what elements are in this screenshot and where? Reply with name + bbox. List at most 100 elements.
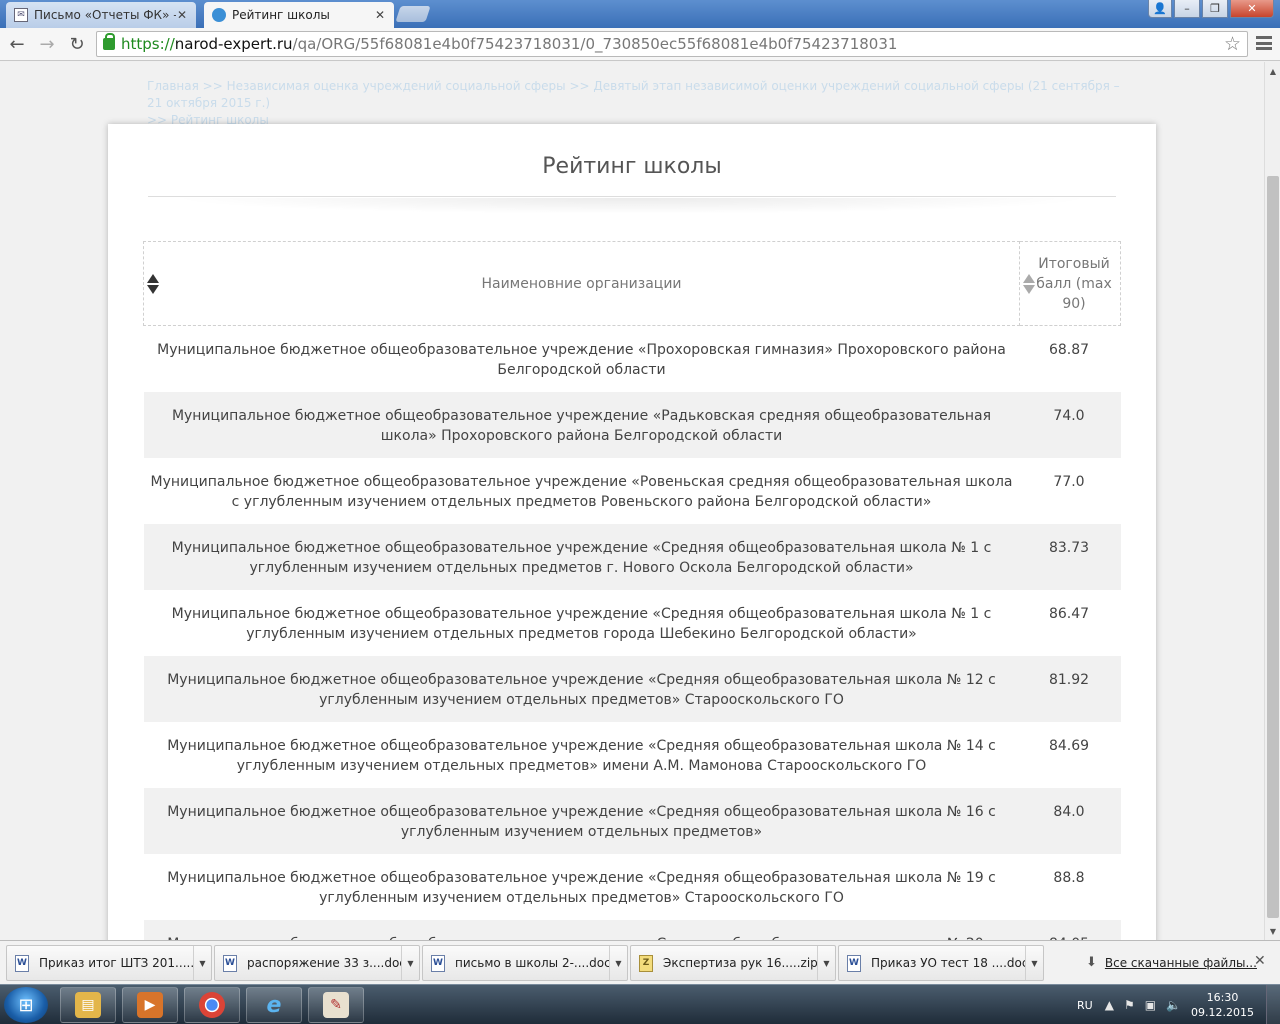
table-row: Муниципальное бюджетное общеобразователь… [144, 590, 1121, 656]
lock-icon [103, 33, 115, 50]
download-item[interactable]: W распоряжение 33 з....doc ▼ [214, 945, 420, 981]
breadcrumb-line[interactable]: Главная >> Независимая оценка учреждений… [147, 78, 1127, 112]
download-item[interactable]: W Приказ УО тест 18 ....doc ▼ [838, 945, 1044, 981]
internet-explorer-icon: e [266, 992, 282, 1018]
score-cell: 84.69 [1048, 737, 1090, 754]
url-host: narod-expert.ru [174, 35, 293, 53]
divider-shadow [168, 198, 1096, 214]
url-scheme: https:// [121, 35, 175, 53]
content-card: Рейтинг школы Наименовние организации Ит… [108, 124, 1156, 940]
download-shelf: W Приказ итог ШТЗ 201..... ▼ W распоряже… [0, 940, 1280, 984]
show-desktop-button[interactable] [1266, 985, 1280, 1024]
column-header-name-label: Наименовние организации [481, 275, 682, 292]
table-row: Муниципальное бюджетное общеобразователь… [144, 458, 1121, 524]
url-path: /qa/ORG/55f68081e4b0f75423718031/0_73085… [292, 35, 898, 53]
mail-icon: ✉ [14, 8, 28, 22]
back-icon[interactable]: ← [4, 31, 30, 57]
browser-toolbar: ← → ↻ https:// narod-expert.ru /qa/ORG/5… [0, 28, 1280, 61]
table-row: Муниципальное бюджетное общеобразователь… [143, 919, 1121, 940]
org-name-cell: Муниципальное бюджетное общеобразователь… [167, 869, 996, 906]
maximize-button[interactable]: ❐ [1202, 0, 1228, 18]
download-label: письмо в школы 2-....doc [455, 956, 609, 970]
table-row: Муниципальное бюджетное общеобразователь… [144, 722, 1121, 788]
close-icon[interactable]: ✕ [1254, 953, 1266, 969]
new-tab-button[interactable] [395, 6, 431, 22]
score-cell: 84.05 [1019, 919, 1121, 940]
chevron-down-icon[interactable]: ▼ [401, 946, 419, 980]
score-cell: 81.92 [1019, 655, 1121, 722]
org-name-cell: Муниципальное бюджетное общеобразователь… [143, 787, 1020, 854]
org-name-cell: Муниципальное бюджетное общеобразователь… [150, 473, 1013, 510]
org-name-cell: Муниципальное бюджетное общеобразователь… [143, 655, 1020, 722]
download-arrow-icon: ⬇ [1086, 955, 1097, 970]
chevron-down-icon[interactable]: ▼ [817, 946, 835, 980]
chrome-icon [199, 992, 225, 1018]
tab-mail[interactable]: ✉ Письмо «Отчеты ФК» — ✕ [6, 2, 196, 28]
network-icon[interactable]: ▣ [1145, 998, 1156, 1012]
score-cell: 88.8 [1053, 869, 1085, 886]
close-icon[interactable]: ✕ [176, 8, 188, 22]
scroll-thumb[interactable] [1267, 176, 1279, 918]
download-item[interactable]: W Приказ итог ШТЗ 201..... ▼ [6, 945, 212, 981]
scroll-up-icon[interactable]: ▲ [1265, 64, 1280, 78]
zip-file-icon: Z [639, 954, 653, 972]
media-taskbar-button[interactable]: ▶ [122, 987, 178, 1023]
org-name-cell: Муниципальное бюджетное общеобразователь… [171, 605, 992, 642]
sort-icon[interactable] [147, 274, 159, 294]
paint-taskbar-button[interactable]: ✎ [308, 987, 364, 1023]
forward-icon[interactable]: → [34, 31, 60, 57]
download-item[interactable]: W письмо в школы 2-....doc ▼ [422, 945, 628, 981]
chevron-down-icon[interactable]: ▼ [609, 946, 627, 980]
window-close-button[interactable]: ✕ [1230, 0, 1274, 18]
clock[interactable]: 16:30 09.12.2015 [1191, 990, 1254, 1020]
all-downloads-link[interactable]: ⬇ Все скачанные файлы... [1086, 955, 1257, 970]
tab-rating[interactable]: Рейтинг школы ✕ [204, 2, 394, 28]
download-label: Приказ итог ШТЗ 201..... [39, 956, 193, 970]
table-row: Муниципальное бюджетное общеобразователь… [143, 523, 1121, 590]
doc-file-icon: W [223, 954, 237, 972]
org-name-cell: Муниципальное бюджетное общеобразователь… [157, 342, 1006, 378]
system-tray: RU ▲ ⚑ ▣ 🔈 16:30 09.12.2015 [1077, 985, 1280, 1024]
score-cell: 77.0 [1053, 473, 1085, 490]
menu-icon[interactable] [1256, 34, 1272, 52]
page-title: Рейтинг школы [542, 154, 722, 179]
explorer-taskbar-button[interactable]: ▤ [60, 987, 116, 1023]
window-controls: 👤 – ❐ ✕ [1148, 0, 1274, 18]
org-name-cell: Муниципальное бюджетное общеобразователь… [167, 737, 996, 774]
close-icon[interactable]: ✕ [374, 8, 386, 22]
score-cell: 83.73 [1019, 523, 1121, 590]
org-name-cell: Муниципальное бюджетное общеобразователь… [143, 391, 1020, 458]
tab-label: Рейтинг школы [232, 8, 330, 22]
download-item[interactable]: Z Экспертиза рук 16.....zip ▼ [630, 945, 836, 981]
table-row: Муниципальное бюджетное общеобразователь… [143, 787, 1121, 854]
sort-icon[interactable] [1023, 274, 1035, 294]
column-header-name[interactable]: Наименовние организации [143, 241, 1020, 326]
all-downloads-label: Все скачанные файлы... [1104, 955, 1257, 970]
media-player-icon: ▶ [137, 992, 163, 1018]
download-label: распоряжение 33 з....doc [247, 956, 401, 970]
chevron-down-icon[interactable]: ▼ [193, 946, 211, 980]
column-header-score[interactable]: Итоговый балл (max 90) [1019, 241, 1121, 326]
bookmark-star-icon[interactable]: ☆ [1224, 33, 1241, 55]
start-button[interactable]: ⊞ [4, 987, 48, 1023]
title-divider [148, 196, 1116, 197]
column-header-score-label: балл (max [1036, 275, 1112, 292]
flag-icon[interactable]: ⚑ [1124, 998, 1135, 1012]
page-scrollbar[interactable]: ▲ ▼ [1264, 62, 1280, 940]
doc-file-icon: W [15, 954, 29, 972]
paint-icon: ✎ [323, 992, 349, 1018]
language-indicator[interactable]: RU [1077, 999, 1093, 1012]
user-icon[interactable]: 👤 [1148, 0, 1172, 18]
ie-taskbar-button[interactable]: e [246, 987, 302, 1023]
chrome-taskbar-button[interactable] [184, 987, 240, 1023]
volume-icon[interactable]: 🔈 [1166, 998, 1181, 1012]
reload-icon[interactable]: ↻ [64, 31, 90, 57]
tab-strip: ✉ Письмо «Отчеты ФК» — ✕ Рейтинг школы ✕… [0, 0, 1280, 28]
chevron-down-icon[interactable]: ▼ [1025, 946, 1043, 980]
chevron-up-icon[interactable]: ▲ [1105, 998, 1114, 1012]
clock-time: 16:30 [1206, 991, 1239, 1004]
scroll-down-icon[interactable]: ▼ [1265, 924, 1280, 938]
minimize-button[interactable]: – [1174, 0, 1200, 18]
column-header-score-label: Итоговый [1038, 255, 1110, 272]
address-bar[interactable]: https:// narod-expert.ru /qa/ORG/55f6808… [96, 31, 1248, 57]
